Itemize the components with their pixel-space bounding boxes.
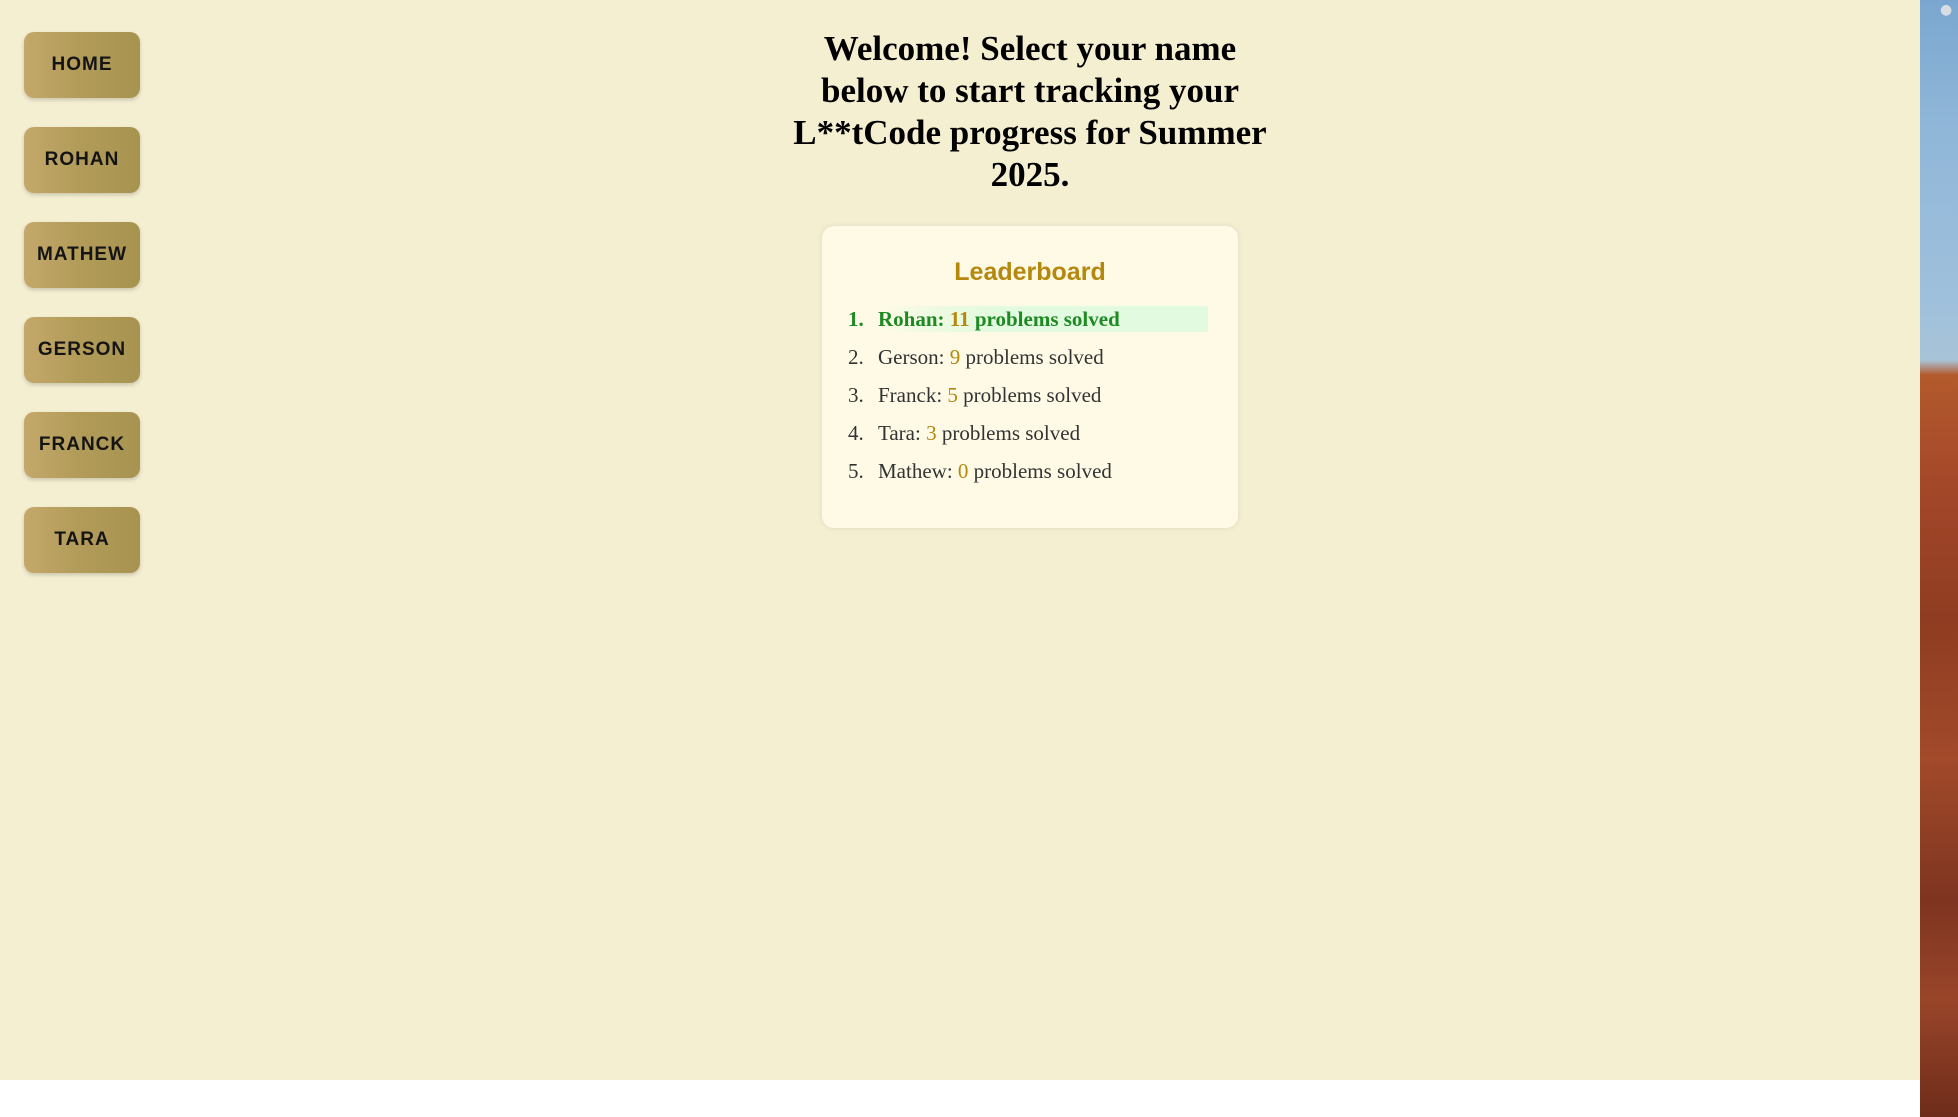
franck-button[interactable]: FRANCK: [24, 412, 140, 478]
sidebar-nav: HOME ROHAN MATHEW GERSON FRANCK TARA: [24, 32, 140, 602]
entry-suffix: problems solved: [957, 383, 1102, 407]
rank-number: 4.: [848, 420, 864, 445]
entry-name: Gerson:: [878, 345, 945, 369]
entry-suffix: problems solved: [936, 421, 1081, 445]
problem-count: 9: [949, 345, 961, 369]
home-button[interactable]: HOME: [24, 32, 140, 98]
leaderboard-entry: Mathew: 0 problems solved: [878, 458, 1208, 484]
welcome-heading: Welcome! Select your name below to start…: [793, 29, 1267, 194]
leaderboard-entry: Franck: 5 problems solved: [878, 382, 1208, 408]
rank-number: 5.: [848, 458, 864, 483]
gerson-button[interactable]: GERSON: [24, 317, 140, 383]
problem-count: 5: [947, 383, 958, 407]
problem-count: 0: [957, 459, 969, 483]
mathew-button[interactable]: MATHEW: [24, 222, 140, 288]
leaderboard-card: Leaderboard 1. Rohan: 11 problems solved…: [822, 226, 1238, 528]
leaderboard-title: Leaderboard: [954, 258, 1106, 286]
leaderboard-entry: Rohan: 11 problems solved: [878, 306, 1208, 332]
leaderboard-list: 1. Rohan: 11 problems solved 2. Gerson: …: [848, 304, 1208, 494]
rohan-button[interactable]: ROHAN: [24, 127, 140, 193]
desktop-wallpaper: ●: [1920, 0, 1958, 1117]
page: HOME ROHAN MATHEW GERSON FRANCK TARA Wel…: [0, 0, 1920, 1080]
entry-name: Mathew:: [878, 459, 953, 483]
entry-suffix: problems solved: [968, 459, 1112, 483]
leaderboard-row-3: 3. Franck: 5 problems solved: [848, 380, 1208, 410]
entry-suffix: problems solved: [969, 307, 1120, 331]
problem-count: 11: [949, 307, 970, 331]
rank-number: 1.: [848, 306, 864, 331]
leaderboard-row-2: 2. Gerson: 9 problems solved: [848, 342, 1208, 372]
entry-name: Rohan:: [878, 307, 945, 331]
rank-number: 3.: [848, 382, 864, 407]
leaderboard-entry: Tara: 3 problems solved: [878, 420, 1208, 446]
leaderboard-row-5: 5. Mathew: 0 problems solved: [848, 456, 1208, 486]
entry-suffix: problems solved: [960, 345, 1104, 369]
problem-count: 3: [926, 421, 937, 445]
rank-number: 2.: [848, 344, 864, 369]
entry-name: Tara:: [878, 421, 921, 445]
apple-menu-icon[interactable]: ●: [1940, 2, 1954, 18]
leaderboard-row-1: 1. Rohan: 11 problems solved: [848, 304, 1208, 334]
leaderboard-row-4: 4. Tara: 3 problems solved: [848, 418, 1208, 448]
leaderboard-entry: Gerson: 9 problems solved: [878, 344, 1208, 370]
main-content: Welcome! Select your name below to start…: [780, 28, 1280, 196]
entry-name: Franck:: [878, 383, 943, 407]
tara-button[interactable]: TARA: [24, 507, 140, 573]
